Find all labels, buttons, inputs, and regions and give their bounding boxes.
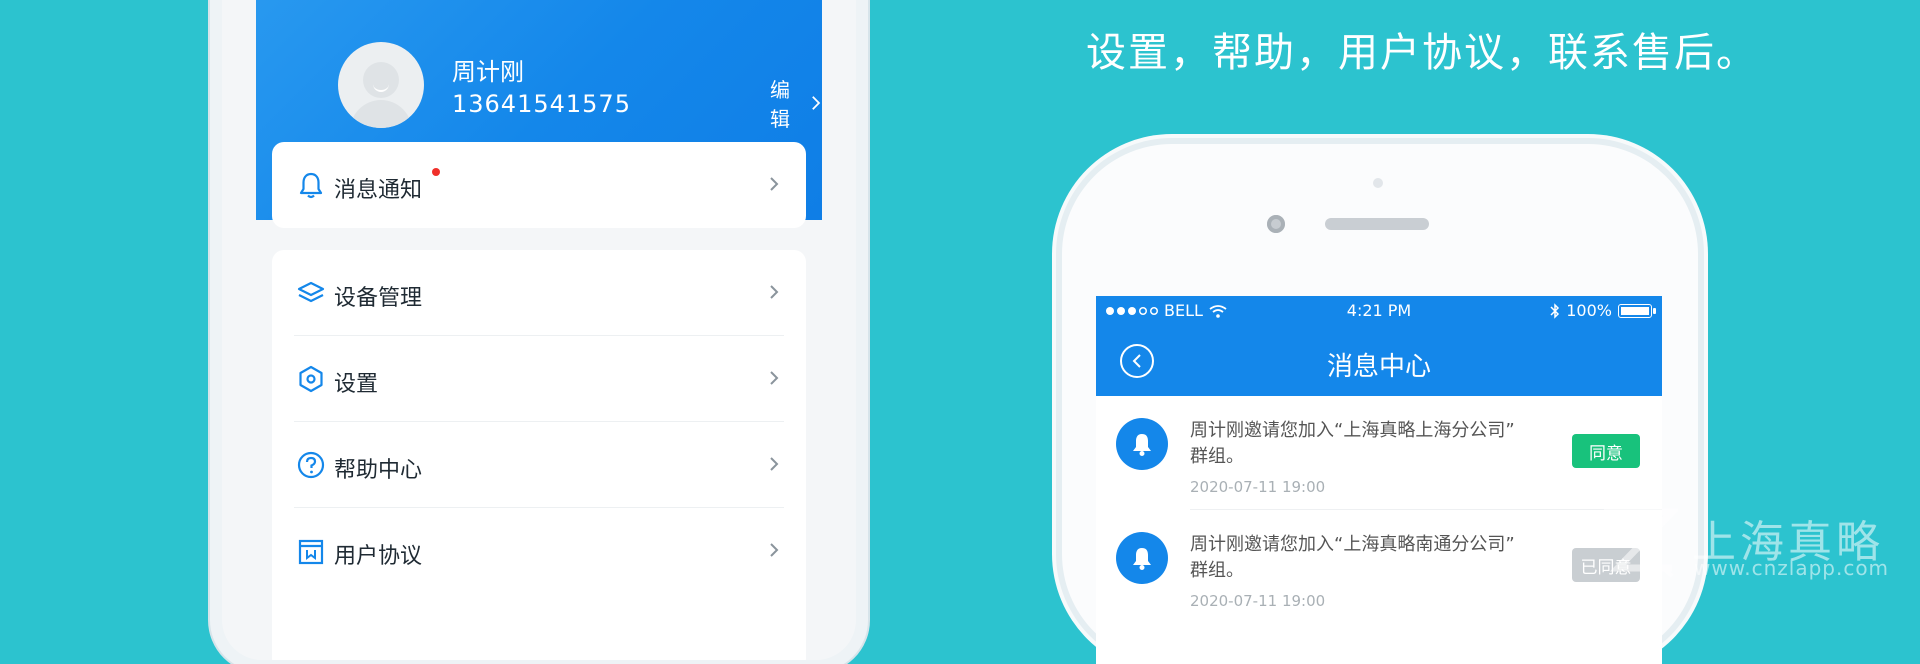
avatar[interactable] <box>338 42 424 128</box>
battery-percent: 100% <box>1566 301 1612 320</box>
nav-bar: 消息中心 <box>1096 326 1662 396</box>
user-name: 周计刚 <box>452 58 524 86</box>
menu-label-notifications: 消息通知 <box>334 178 423 203</box>
layers-icon <box>297 281 325 303</box>
menu-item-settings[interactable]: 设置 <box>272 336 806 422</box>
bluetooth-icon <box>1550 302 1560 319</box>
message-item[interactable]: 周计刚邀请您加入“上海真略上海分公司” 群组。 2020-07-11 19:00… <box>1096 396 1662 510</box>
menu-item-user-agreement[interactable]: 用户协议 <box>272 508 806 594</box>
message-text-line2: 群组。 <box>1190 446 1244 467</box>
message-text-line1: 周计刚邀请您加入“上海真略南通分公司” <box>1190 534 1515 555</box>
chevron-right-icon <box>812 96 821 110</box>
message-text-line2: 群组。 <box>1190 560 1244 581</box>
phone-screen: BELL 4:21 PM 100% 消息中心 周计刚邀请您加入“上海真略上海分公… <box>1096 296 1662 664</box>
proximity-sensor <box>1373 178 1383 188</box>
brand-logo-icon <box>1604 508 1678 578</box>
menu-label-settings: 设置 <box>334 372 379 397</box>
bell-icon <box>1116 532 1168 584</box>
message-item[interactable]: 周计刚邀请您加入“上海真略南通分公司” 群组。 2020-07-11 19:00… <box>1096 510 1662 624</box>
battery-icon <box>1618 303 1656 318</box>
chevron-right-icon <box>770 457 779 471</box>
nav-title: 消息中心 <box>1326 352 1431 382</box>
message-text: 周计刚邀请您加入“上海真略上海分公司” 群组。 <box>1190 418 1560 470</box>
watermark-url: www.cnzlapp.com <box>1694 556 1890 580</box>
settings-menu-card: 设备管理 设置 帮助中心 用户协议 <box>272 250 806 660</box>
menu-label-device-management: 设备管理 <box>334 286 423 311</box>
menu-label-help-center: 帮助中心 <box>334 458 423 483</box>
question-circle-icon <box>297 451 325 479</box>
avatar-head <box>363 62 399 98</box>
message-text: 周计刚邀请您加入“上海真略南通分公司” 群组。 <box>1190 532 1560 584</box>
edit-profile-link[interactable]: 编辑 <box>770 74 822 132</box>
edit-label: 编辑 <box>770 78 790 131</box>
unread-dot <box>432 168 440 176</box>
message-time: 2020-07-11 19:00 <box>1190 478 1326 496</box>
feature-headline: 设置，帮助，用户协议，联系售后。 <box>1086 30 1758 76</box>
chevron-right-icon <box>770 285 779 299</box>
agreement-icon <box>298 539 324 565</box>
front-camera <box>1267 215 1285 233</box>
bell-icon <box>1116 418 1168 470</box>
status-bar: BELL 4:21 PM 100% <box>1096 296 1662 326</box>
menu-item-help-center[interactable]: 帮助中心 <box>272 422 806 508</box>
chevron-right-icon <box>770 177 779 191</box>
hexagon-settings-icon <box>299 365 323 393</box>
right-phone-mockup: BELL 4:21 PM 100% 消息中心 周计刚邀请您加入“上海真略上海分公… <box>1062 144 1698 664</box>
bell-icon <box>299 172 323 199</box>
chevron-right-icon <box>770 371 779 385</box>
agree-button[interactable]: 同意 <box>1572 434 1640 468</box>
message-text-line1: 周计刚邀请您加入“上海真略上海分公司” <box>1190 420 1515 441</box>
earpiece-speaker <box>1325 218 1429 230</box>
menu-item-device-management[interactable]: 设备管理 <box>272 250 806 336</box>
message-time: 2020-07-11 19:00 <box>1190 592 1326 610</box>
status-right: 100% <box>1550 301 1656 320</box>
chevron-right-icon <box>770 543 779 557</box>
notifications-card: 消息通知 <box>272 142 806 228</box>
left-phone-mockup: 周计刚 13641541575 编辑 消息通知 设备管理 设置 帮助中心 用户协… <box>222 0 856 660</box>
menu-label-user-agreement: 用户协议 <box>334 544 423 569</box>
menu-item-notifications[interactable]: 消息通知 <box>272 142 806 228</box>
avatar-body <box>350 100 412 128</box>
user-phone: 13641541575 <box>452 90 631 118</box>
